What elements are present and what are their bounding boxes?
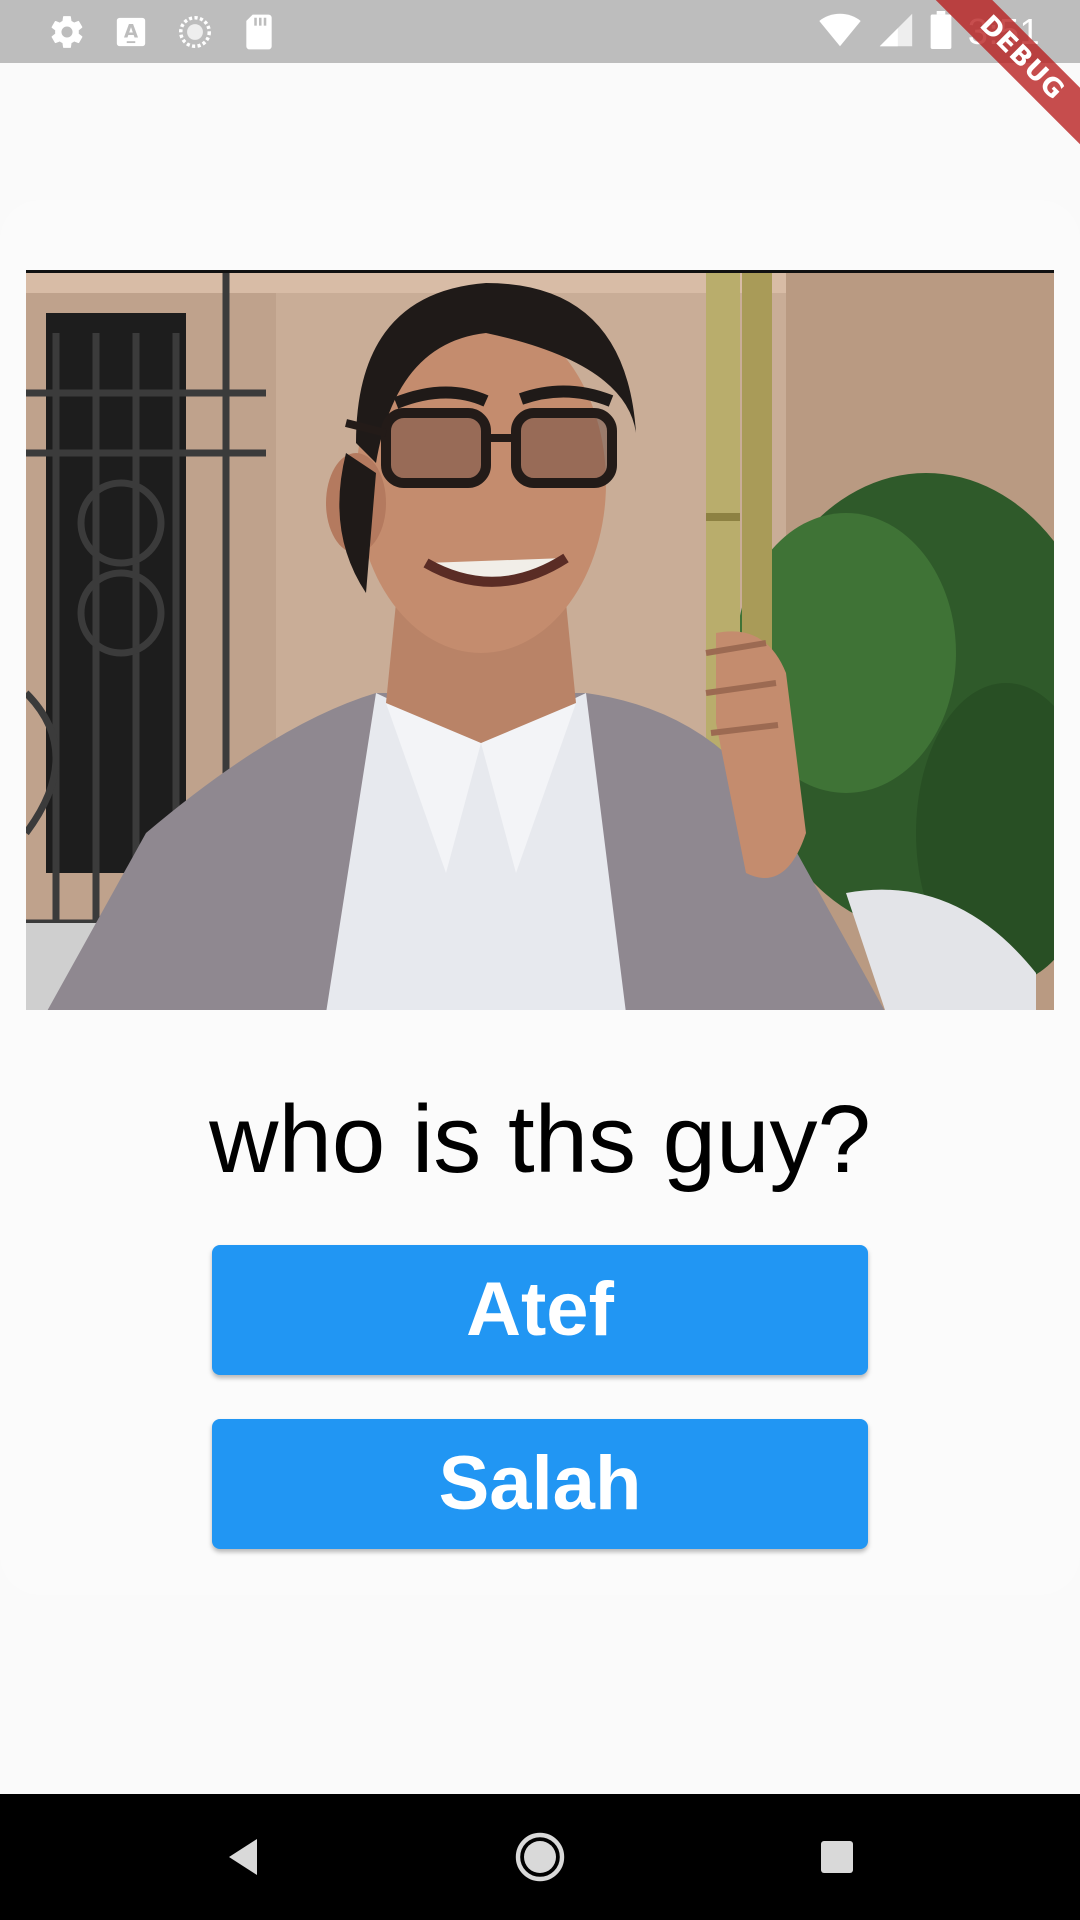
question-text: who is ths guy? — [209, 1086, 871, 1193]
answer-button-atef[interactable]: Atef — [212, 1245, 868, 1375]
navigation-bar — [0, 1794, 1080, 1920]
home-icon[interactable] — [510, 1827, 570, 1887]
status-time: 3:51 — [967, 11, 1040, 52]
svg-text:A: A — [124, 22, 139, 43]
recents-icon[interactable] — [807, 1827, 867, 1887]
app-screen: A 3:51 DEBUG who is ths guy? Atef Salah — [0, 0, 1080, 1920]
status-bar: A 3:51 — [0, 0, 1080, 63]
sync-icon — [176, 13, 214, 51]
wifi-icon — [818, 12, 862, 53]
signal-icon — [878, 12, 914, 53]
answer-button-salah[interactable]: Salah — [212, 1419, 868, 1549]
status-right-icons: 3:51 — [818, 8, 1040, 56]
sd-card-icon — [240, 13, 278, 51]
status-left-icons: A — [48, 13, 278, 51]
settings-icon — [48, 13, 86, 51]
back-icon[interactable] — [213, 1827, 273, 1887]
a-text-icon: A — [112, 13, 150, 51]
battery-icon — [930, 10, 952, 54]
quiz-image — [26, 270, 1054, 1010]
